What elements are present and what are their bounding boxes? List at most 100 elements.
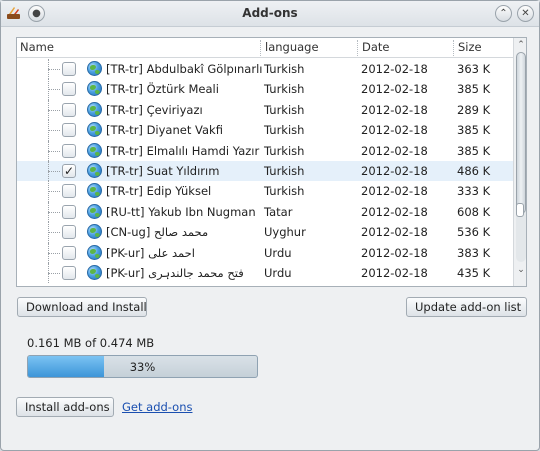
row-size: 435 K xyxy=(457,265,491,280)
row-date: 2012-02-18 xyxy=(361,123,428,138)
table-header: Name language Date Size xyxy=(17,38,513,58)
row-checkbox[interactable] xyxy=(62,245,76,260)
globe-icon xyxy=(87,244,102,260)
table-row[interactable]: [RU-tt] Yakub Ibn Nugman Tatar 2012-02-18 6… xyxy=(17,201,513,223)
table-row[interactable]: [TR-tr] Edip Yüksel Turkish 2012-02-18 333 … xyxy=(17,181,513,202)
table-row[interactable]: [TR-tr] Elmalılı Hamdi Yazır Turkish 2012-… xyxy=(17,140,513,161)
row-title: Diyanet Vakfi xyxy=(146,123,223,138)
row-language: Turkish xyxy=(264,62,305,76)
tree-branch xyxy=(48,69,60,70)
table-row[interactable]: [TR-tr] Abdulbakî Gölpınarlı Turkish 2012-… xyxy=(17,59,513,80)
column-header-size[interactable]: Size xyxy=(453,40,482,56)
row-name: [PK-ur] احمد علی xyxy=(106,246,195,260)
row-language: Urdu xyxy=(264,265,292,280)
row-checkbox[interactable] xyxy=(62,82,76,97)
close-icon: ✕ xyxy=(521,7,530,19)
globe-icon xyxy=(87,142,102,158)
table-row[interactable]: [PK-ur] احمد علی Urdu 2012-02-18 383 K xyxy=(17,242,513,263)
minimize-button[interactable]: ⌃ xyxy=(495,5,512,22)
title-bar[interactable]: ● Add-ons ⌃ ✕ xyxy=(1,1,539,27)
row-checkbox[interactable] xyxy=(62,265,76,280)
scroll-thumb[interactable] xyxy=(516,52,526,214)
row-name: [TR-tr] Çeviriyazı xyxy=(106,103,203,117)
addons-window: ● Add-ons ⌃ ✕ Name language Date Size [T… xyxy=(0,0,540,451)
row-checkbox[interactable]: ✓ xyxy=(62,163,76,178)
table-row[interactable]: [PK-ur] فتح محمد جالندہری Urdu 2012-02-18 4… xyxy=(17,262,513,284)
row-code: [TR-tr] xyxy=(106,82,143,97)
row-checkbox[interactable] xyxy=(62,62,76,76)
row-date: 2012-02-18 xyxy=(361,82,428,97)
row-language: Urdu xyxy=(264,245,292,260)
tree-branch xyxy=(48,130,60,132)
row-title: فتح محمد جالندہری xyxy=(148,265,244,280)
column-header-name[interactable]: Name xyxy=(17,40,54,56)
globe-icon xyxy=(87,203,102,219)
row-checkbox[interactable] xyxy=(62,102,76,117)
globe-icon xyxy=(87,183,102,199)
install-addons-button[interactable]: Install add-ons xyxy=(16,397,114,417)
addons-list[interactable]: Name language Date Size [TR-tr] Abdulbak… xyxy=(16,37,527,287)
table-row[interactable]: [TR-tr] Diyanet Vakfi Turkish 2012-02-18 38… xyxy=(17,120,513,141)
row-title: محمد صالح xyxy=(154,225,209,240)
vertical-scrollbar[interactable]: ⌃ ⌄ xyxy=(513,38,526,286)
tree-branch xyxy=(48,89,60,91)
download-progress-bar: 33% xyxy=(27,355,258,378)
scroll-down-icon[interactable]: ⌄ xyxy=(514,264,526,276)
row-checkbox[interactable] xyxy=(62,143,76,158)
row-size: 385 K xyxy=(457,143,491,158)
row-name: [RU-tt] Yakub Ibn Nugman xyxy=(106,205,256,219)
table-row[interactable]: [TR-tr] Öztürk Meali Turkish 2012-02-18 385… xyxy=(17,79,513,100)
get-addons-link[interactable]: Get add-ons xyxy=(122,400,192,414)
globe-icon xyxy=(87,81,102,97)
row-name: [CN-ug] محمد صالح xyxy=(106,225,208,239)
row-size: 385 K xyxy=(457,82,491,97)
tree-branch xyxy=(48,232,60,234)
table-row[interactable]: [TR-tr] Çeviriyazı Turkish 2012-02-18 289 K xyxy=(17,99,513,121)
globe-icon xyxy=(87,264,102,280)
globe-icon xyxy=(87,101,102,117)
row-language: Turkish xyxy=(264,82,305,97)
row-language: Turkish xyxy=(264,123,305,138)
row-name: [TR-tr] Suat Yıldırım xyxy=(106,164,219,178)
scroll-grip[interactable] xyxy=(516,203,524,217)
column-header-date[interactable]: Date xyxy=(357,40,390,56)
download-install-button[interactable]: Download and Install xyxy=(17,297,147,317)
row-date: 2012-02-18 xyxy=(361,184,428,199)
tree-branch xyxy=(48,211,60,213)
row-title: Elmalılı Hamdi Yazır xyxy=(146,143,260,158)
progress-label: 33% xyxy=(129,360,156,374)
row-language: Uyghur xyxy=(264,225,306,240)
row-checkbox[interactable] xyxy=(62,225,76,240)
row-checkbox[interactable] xyxy=(62,184,76,199)
scroll-track[interactable] xyxy=(516,52,526,262)
row-code: [TR-tr] xyxy=(106,102,143,117)
row-date: 2012-02-18 xyxy=(361,163,428,178)
row-size: 333 K xyxy=(457,184,491,199)
row-checkbox[interactable] xyxy=(62,204,76,219)
row-name: [TR-tr] Öztürk Meali xyxy=(106,82,219,96)
row-language: Tatar xyxy=(264,204,293,219)
tree-branch xyxy=(48,252,60,254)
row-date: 2012-02-18 xyxy=(361,204,428,219)
row-title: Öztürk Meali xyxy=(146,82,219,97)
update-addon-list-button[interactable]: Update add-on list xyxy=(406,297,527,317)
column-header-language[interactable]: language xyxy=(260,40,319,56)
close-button[interactable]: ✕ xyxy=(517,5,534,22)
row-size: 383 K xyxy=(457,245,491,260)
row-code: [TR-tr] xyxy=(106,143,143,158)
row-language: Turkish xyxy=(264,143,305,158)
row-name: [PK-ur] فتح محمد جالندہری xyxy=(106,266,244,280)
table-row[interactable]: [CN-ug] محمد صالح Uyghur 2012-02-18 536 K xyxy=(17,222,513,243)
row-title: احمد علی xyxy=(148,245,195,260)
tree-branch xyxy=(48,272,60,274)
window-title: Add-ons xyxy=(242,6,298,20)
table-row[interactable]: ✓ [TR-tr] Suat Yıldırım Turkish 2012-02-18 4… xyxy=(17,160,513,182)
row-language: Turkish xyxy=(264,163,305,178)
row-code: [TR-tr] xyxy=(106,184,143,199)
row-name: [TR-tr] Elmalılı Hamdi Yazır xyxy=(106,144,259,158)
row-checkbox[interactable] xyxy=(62,123,76,138)
row-code: [TR-tr] xyxy=(106,123,143,138)
scroll-up-icon[interactable]: ⌃ xyxy=(514,39,526,51)
tree-branch xyxy=(48,191,60,193)
row-name: [TR-tr] Edip Yüksel xyxy=(106,184,211,198)
